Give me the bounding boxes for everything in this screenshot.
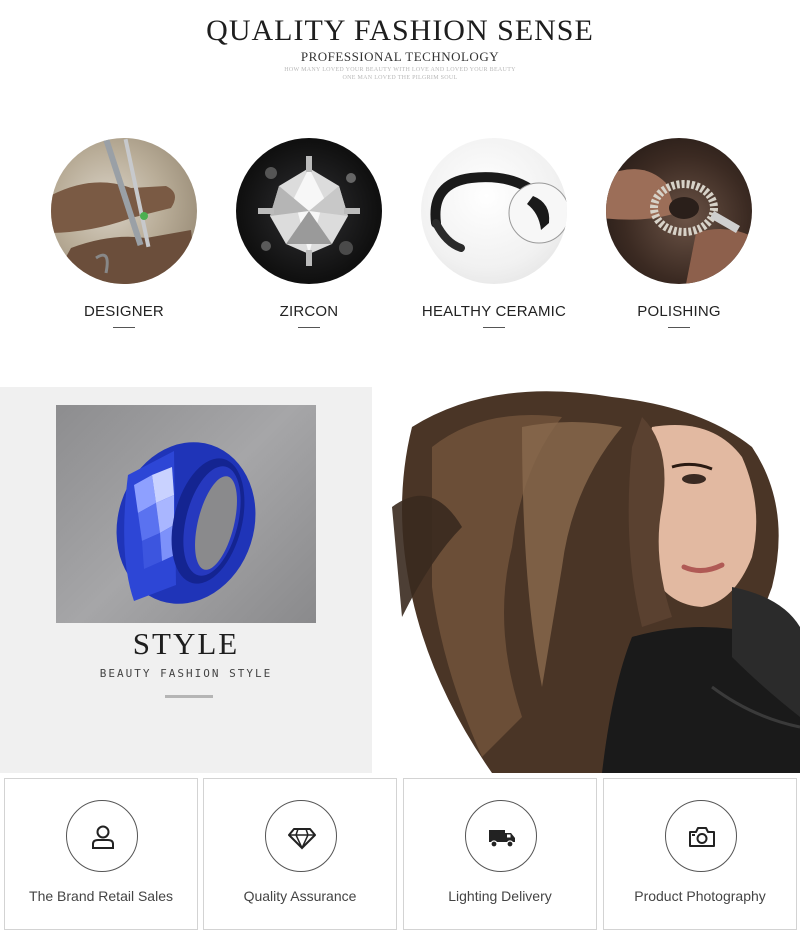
service-label-photography: Product Photography [634,888,766,904]
page-title: QUALITY FASHION SENSE [206,14,594,47]
tagline-line-1: HOW MANY LOVED YOUR BEAUTY WITH LOVE AND… [284,67,516,73]
style-divider [165,695,213,698]
service-icon-ring [465,800,537,872]
style-title: STYLE [132,626,240,661]
feature-label-healthy-ceramic: HEALTHY CERAMIC [421,303,567,320]
designer-photo [51,138,197,284]
service-icon-ring [665,800,737,872]
service-icon-ring [265,800,337,872]
feature-label-zircon: ZIRCON [279,303,339,320]
feature-divider [113,327,135,328]
service-label-retail: The Brand Retail Sales [29,888,173,904]
page-subtitle: PROFESSIONAL TECHNOLOGY [300,49,500,64]
service-label-delivery: Lighting Delivery [448,888,552,904]
style-subtitle: BEAUTY FASHION STYLE [99,667,273,680]
service-icon-ring [66,800,138,872]
user-icon [92,825,114,849]
polishing-photo [606,138,752,284]
truck-icon [489,830,515,848]
service-card-retail: The Brand Retail Sales [4,778,198,930]
feature-label-designer: DESIGNER [84,303,164,320]
service-card-delivery: Lighting Delivery [403,778,597,930]
service-card-quality: Quality Assurance [203,778,397,930]
feature-label-polishing: POLISHING [637,303,721,320]
feature-divider [668,327,690,328]
camera-icon [689,827,715,847]
feature-divider [298,327,320,328]
tagline-line-2: ONE MAN LOVED THE PILGRIM SOUL [342,75,458,81]
model-photo [372,387,800,773]
service-label-quality: Quality Assurance [243,888,357,904]
feature-divider [483,327,505,328]
zircon-photo [236,138,382,284]
diamond-icon [288,828,316,850]
service-card-photography: Product Photography [603,778,797,930]
ceramic-ring-photo [421,138,567,284]
blue-ceramic-ring-photo [56,405,316,623]
